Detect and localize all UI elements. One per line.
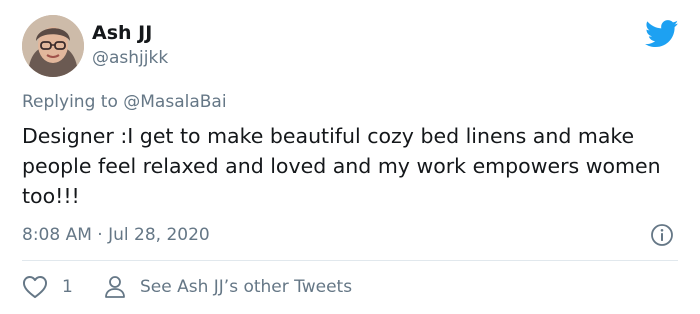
twitter-bird-icon[interactable] <box>645 20 679 48</box>
see-other-tweets-label: See Ash JJ’s other Tweets <box>140 277 353 297</box>
divider <box>22 260 678 261</box>
avatar[interactable] <box>22 15 84 77</box>
tweet-text: Designer :I get to make beautiful cozy b… <box>22 124 661 208</box>
replying-to: Replying to @MasalaBai <box>22 90 227 114</box>
heart-icon <box>22 276 48 299</box>
replying-to-label: Replying to <box>22 92 124 112</box>
tweet-timestamp[interactable]: 8:08 AM · Jul 28, 2020 <box>22 223 210 247</box>
author-handle[interactable]: @ashjjkk <box>92 47 168 69</box>
info-icon[interactable] <box>650 223 674 247</box>
like-count: 1 <box>62 277 73 297</box>
like-button[interactable]: 1 <box>22 274 73 300</box>
replying-to-handle-link[interactable]: @MasalaBai <box>123 92 226 112</box>
see-other-tweets-link[interactable]: See Ash JJ’s other Tweets <box>104 274 352 300</box>
avatar-image <box>22 15 84 77</box>
person-icon <box>105 276 125 298</box>
author-name[interactable]: Ash JJ <box>92 21 152 45</box>
